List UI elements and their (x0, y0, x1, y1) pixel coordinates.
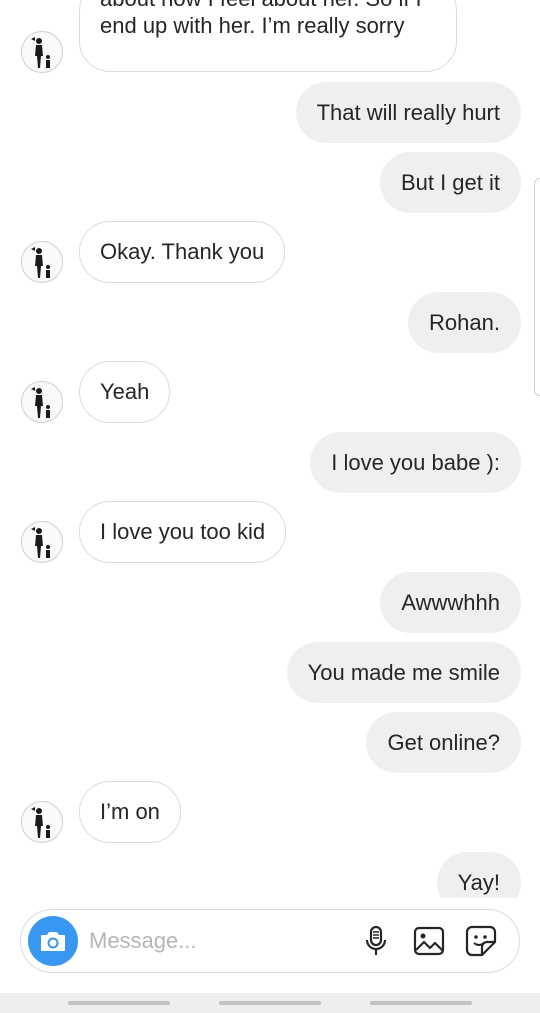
message-text-line: about how I feel about her. So if I (100, 0, 436, 12)
message-bubble-outgoing[interactable]: Yay! (436, 852, 521, 898)
message-bubble-outgoing[interactable]: You made me smile (286, 642, 521, 703)
message-text-line: end up with her. I’m really sorry (100, 13, 405, 38)
system-navigation-bar (0, 993, 540, 1013)
camera-button[interactable] (28, 916, 78, 966)
sticker-button[interactable] (464, 924, 498, 958)
silhouette-icon (31, 807, 50, 838)
nav-back-button[interactable] (370, 1001, 472, 1005)
message-text: Yay! (457, 870, 500, 895)
silhouette-icon (31, 37, 50, 68)
message-text: Awwwhhh (401, 590, 500, 615)
message-text: You made me smile (307, 660, 500, 685)
message-thread[interactable]: about how I feel about her. So if I end … (0, 0, 540, 898)
message-bubble-incoming[interactable]: Yeah (79, 361, 171, 423)
message-bubble-outgoing[interactable]: But I get it (379, 152, 521, 213)
side-panel-handle[interactable] (534, 178, 540, 396)
message-text: Yeah (100, 379, 150, 404)
silhouette-icon (31, 247, 50, 278)
message-text: Okay. Thank you (100, 239, 265, 264)
message-bubble-incoming[interactable]: I love you too kid (79, 501, 287, 563)
microphone-button[interactable] (359, 924, 393, 958)
gallery-icon (413, 926, 445, 956)
message-bubble-incoming[interactable]: Okay. Thank you (79, 221, 286, 283)
sticker-icon (465, 925, 497, 957)
message-bubble-outgoing[interactable]: Rohan. (408, 292, 521, 353)
message-text: I’m on (100, 799, 160, 824)
message-bubble-outgoing[interactable]: That will really hurt (295, 82, 521, 143)
message-text: Get online? (387, 730, 500, 755)
message-bubble-outgoing[interactable]: Awwwhhh (380, 572, 521, 633)
message-input[interactable] (89, 926, 339, 956)
nav-home-button[interactable] (219, 1001, 321, 1005)
message-text: I love you too kid (100, 519, 266, 544)
message-composer (20, 909, 520, 973)
nav-recents-button[interactable] (68, 1001, 170, 1005)
message-bubble-incoming[interactable]: I’m on (79, 781, 181, 843)
avatar[interactable] (21, 381, 63, 423)
message-text: But I get it (400, 170, 500, 195)
silhouette-icon (31, 387, 50, 418)
message-text: I love you babe ): (331, 450, 500, 475)
message-text: Rohan. (429, 310, 500, 335)
avatar[interactable] (21, 31, 63, 73)
message-bubble-outgoing[interactable]: I love you babe ): (310, 432, 521, 493)
avatar[interactable] (21, 521, 63, 563)
gallery-button[interactable] (412, 924, 446, 958)
camera-icon (41, 932, 65, 951)
silhouette-icon (31, 527, 50, 558)
message-text: That will really hurt (316, 100, 500, 125)
message-bubble-incoming[interactable]: about how I feel about her. So if I end … (79, 0, 457, 72)
avatar[interactable] (21, 801, 63, 843)
microphone-icon (365, 925, 387, 955)
avatar[interactable] (21, 241, 63, 283)
message-bubble-outgoing[interactable]: Get online? (366, 712, 521, 773)
